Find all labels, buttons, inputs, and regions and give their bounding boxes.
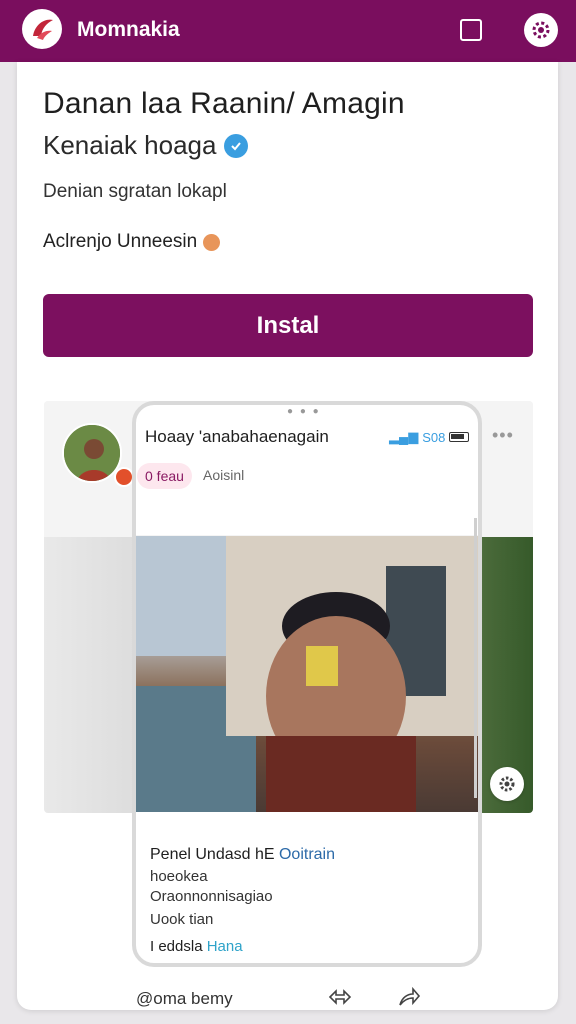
app-title: Danan laa Raanin/ Amagin xyxy=(43,87,405,120)
app-name: Momnakia xyxy=(77,18,180,41)
meta-row: Aclrenjo Unneesin xyxy=(43,231,221,253)
body-line-5-link[interactable]: Hana xyxy=(207,938,243,955)
photo-settings-gear-icon[interactable] xyxy=(490,767,524,801)
body-line-5-prefix: I eddsla xyxy=(150,938,203,955)
signal-icon: ▂▄▆ xyxy=(389,429,419,444)
meta-text: Aclrenjo Unneesin xyxy=(43,231,198,252)
rating-dot-icon xyxy=(203,233,221,251)
phone-app-title: Hoaay 'anabahaenagain xyxy=(145,427,329,446)
body-line-5: I eddsla Hana xyxy=(150,938,243,955)
app-logo-icon[interactable] xyxy=(22,9,62,49)
avatar xyxy=(62,423,122,483)
body-line-1-link[interactable]: Ooitrain xyxy=(279,846,335,863)
avatar-badge-icon xyxy=(114,467,134,487)
phone-notch-icon: ● ● ● xyxy=(287,406,321,417)
body-line-4: Uook tian xyxy=(150,911,214,928)
app-description: Denian sgratan lokapl xyxy=(43,181,227,202)
gear-icon[interactable] xyxy=(524,13,558,47)
tag-subtext: Aoisinl xyxy=(203,467,245,483)
more-options-icon[interactable]: ••• xyxy=(492,425,514,446)
status-bar: ▂▄▆ S08 xyxy=(389,429,470,445)
publisher-row[interactable]: Kenaiak hoaga xyxy=(43,130,249,161)
swap-icon[interactable] xyxy=(327,984,353,1010)
body-line-2: hoeokea xyxy=(150,868,208,885)
phone-scrollbar[interactable] xyxy=(474,518,477,798)
square-icon[interactable] xyxy=(460,19,482,41)
battery-icon xyxy=(449,432,470,442)
body-line-3: Oraonnonnisagiao xyxy=(150,888,273,905)
body-line-1-prefix: Penel Undasd hE xyxy=(150,846,275,863)
verified-badge-icon xyxy=(224,133,249,158)
share-icon[interactable] xyxy=(396,984,422,1010)
body-line-1: Penel Undasd hE Ooitrain xyxy=(150,846,335,864)
app-bar: Momnakia xyxy=(0,0,576,62)
install-button[interactable]: Instal xyxy=(43,294,533,357)
publisher-name[interactable]: Kenaiak hoaga xyxy=(43,130,216,161)
bottom-label[interactable]: @oma bemy xyxy=(136,989,233,1009)
status-text: S08 xyxy=(422,429,446,445)
tag-pill[interactable]: 0 feau xyxy=(137,463,192,489)
